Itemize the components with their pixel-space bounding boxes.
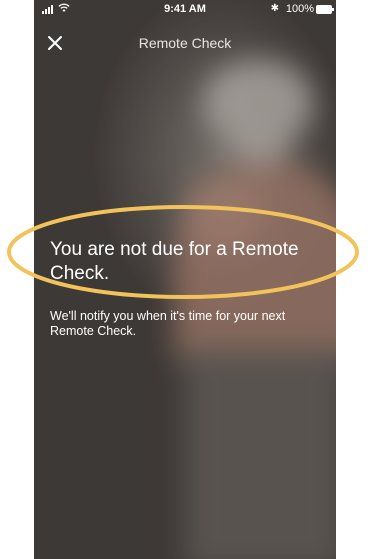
battery-icon [316, 5, 334, 14]
app-screen: 9:41 AM ✱ 100% Remote Check You are not … [34, 0, 336, 559]
bluetooth-icon: ✱ [270, 3, 279, 14]
not-due-headline: You are not due for a Remote Check. [50, 239, 299, 284]
status-bar: 9:41 AM ✱ 100% [34, 0, 336, 20]
notify-message: We'll notify you when it's time for your… [50, 309, 286, 338]
battery-percent: 100% [285, 3, 314, 15]
page-title: Remote Check [138, 35, 232, 51]
